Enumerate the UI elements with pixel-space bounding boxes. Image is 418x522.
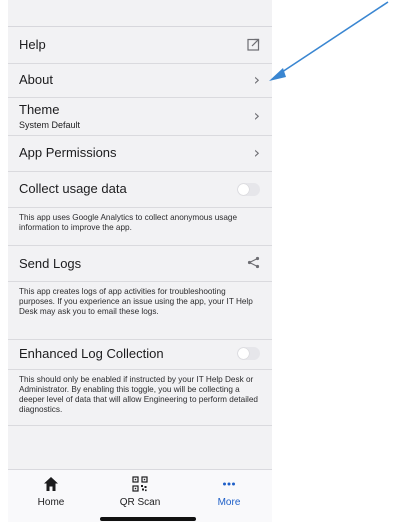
annotation-arrow (269, 1, 389, 81)
